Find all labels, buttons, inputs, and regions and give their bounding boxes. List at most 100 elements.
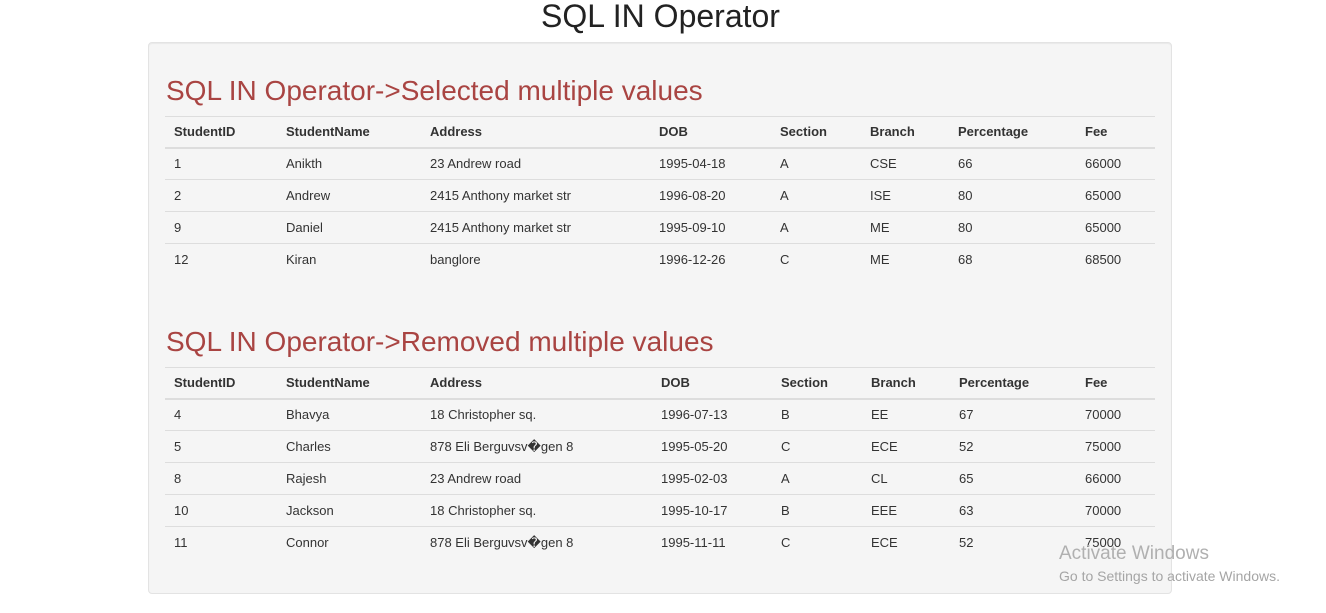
- column-header-section: Section: [771, 116, 861, 149]
- cell-address: 23 Andrew road: [421, 462, 652, 495]
- cell-fee: 66000: [1076, 462, 1155, 495]
- cell-studentid: 10: [165, 494, 277, 527]
- cell-dob: 1996-08-20: [650, 179, 771, 212]
- cell-branch: ISE: [861, 179, 949, 212]
- column-header-percentage: Percentage: [950, 367, 1076, 400]
- cell-studentname: Connor: [277, 526, 421, 559]
- cell-dob: 1996-07-13: [652, 398, 772, 431]
- cell-fee: 70000: [1076, 494, 1155, 527]
- removed-values-table: StudentID StudentName Address DOB Sectio…: [165, 367, 1155, 559]
- column-header-dob: DOB: [652, 367, 772, 400]
- cell-dob: 1995-11-11: [652, 526, 772, 559]
- cell-studentid: 5: [165, 430, 277, 463]
- cell-address: 878 Eli Berguvsv�gen 8: [421, 526, 652, 559]
- cell-studentid: 1: [165, 147, 277, 180]
- cell-studentname: Kiran: [277, 243, 421, 276]
- cell-fee: 68500: [1076, 243, 1155, 276]
- cell-percentage: 67: [950, 398, 1076, 431]
- table-row: 5 Charles 878 Eli Berguvsv�gen 8 1995-05…: [165, 430, 1155, 463]
- results-panel: SQL IN Operator->Selected multiple value…: [148, 42, 1172, 594]
- table-row: 9 Daniel 2415 Anthony market str 1995-09…: [165, 211, 1155, 244]
- cell-section: B: [772, 398, 862, 431]
- cell-address: 878 Eli Berguvsv�gen 8: [421, 430, 652, 463]
- cell-fee: 66000: [1076, 147, 1155, 180]
- cell-address: 2415 Anthony market str: [421, 179, 650, 212]
- table-row: 8 Rajesh 23 Andrew road 1995-02-03 A CL …: [165, 462, 1155, 495]
- table-row: 12 Kiran banglore 1996-12-26 C ME 68 685…: [165, 243, 1155, 276]
- cell-branch: CSE: [861, 147, 949, 180]
- cell-percentage: 52: [950, 526, 1076, 559]
- cell-dob: 1996-12-26: [650, 243, 771, 276]
- cell-studentname: Rajesh: [277, 462, 421, 495]
- cell-section: C: [772, 526, 862, 559]
- cell-fee: 65000: [1076, 179, 1155, 212]
- cell-studentname: Charles: [277, 430, 421, 463]
- table-row: 2 Andrew 2415 Anthony market str 1996-08…: [165, 179, 1155, 212]
- cell-percentage: 68: [949, 243, 1076, 276]
- selected-values-table: StudentID StudentName Address DOB Sectio…: [165, 116, 1155, 276]
- cell-section: C: [772, 430, 862, 463]
- cell-studentname: Daniel: [277, 211, 421, 244]
- cell-studentid: 8: [165, 462, 277, 495]
- column-header-fee: Fee: [1076, 116, 1155, 149]
- cell-section: C: [771, 243, 861, 276]
- column-header-dob: DOB: [650, 116, 771, 149]
- cell-section: A: [771, 211, 861, 244]
- cell-studentid: 11: [165, 526, 277, 559]
- cell-percentage: 52: [950, 430, 1076, 463]
- table-row: 11 Connor 878 Eli Berguvsv�gen 8 1995-11…: [165, 526, 1155, 559]
- cell-branch: ME: [861, 211, 949, 244]
- cell-studentname: Jackson: [277, 494, 421, 527]
- cell-fee: 70000: [1076, 398, 1155, 431]
- selected-values-heading: SQL IN Operator->Selected multiple value…: [166, 75, 703, 106]
- column-header-fee: Fee: [1076, 367, 1155, 400]
- cell-percentage: 65: [950, 462, 1076, 495]
- cell-dob: 1995-10-17: [652, 494, 772, 527]
- cell-studentid: 2: [165, 179, 277, 212]
- cell-dob: 1995-09-10: [650, 211, 771, 244]
- table-header-row: StudentID StudentName Address DOB Sectio…: [165, 367, 1155, 400]
- table-row: 4 Bhavya 18 Christopher sq. 1996-07-13 B…: [165, 398, 1155, 431]
- cell-percentage: 80: [949, 211, 1076, 244]
- cell-percentage: 80: [949, 179, 1076, 212]
- table-row: 10 Jackson 18 Christopher sq. 1995-10-17…: [165, 494, 1155, 527]
- cell-studentname: Andrew: [277, 179, 421, 212]
- page-title: SQL IN Operator: [541, 0, 780, 34]
- cell-percentage: 63: [950, 494, 1076, 527]
- table-header-row: StudentID StudentName Address DOB Sectio…: [165, 116, 1155, 149]
- cell-percentage: 66: [949, 147, 1076, 180]
- column-header-percentage: Percentage: [949, 116, 1076, 149]
- table-row: 1 Anikth 23 Andrew road 1995-04-18 A CSE…: [165, 147, 1155, 180]
- cell-dob: 1995-05-20: [652, 430, 772, 463]
- cell-studentid: 12: [165, 243, 277, 276]
- cell-address: 2415 Anthony market str: [421, 211, 650, 244]
- cell-address: 18 Christopher sq.: [421, 494, 652, 527]
- cell-section: B: [772, 494, 862, 527]
- column-header-address: Address: [421, 367, 652, 400]
- cell-dob: 1995-02-03: [652, 462, 772, 495]
- column-header-studentname: StudentName: [277, 116, 421, 149]
- cell-studentname: Bhavya: [277, 398, 421, 431]
- cell-studentname: Anikth: [277, 147, 421, 180]
- cell-address: 23 Andrew road: [421, 147, 650, 180]
- column-header-studentid: StudentID: [165, 116, 277, 149]
- cell-fee: 65000: [1076, 211, 1155, 244]
- column-header-address: Address: [421, 116, 650, 149]
- removed-values-heading: SQL IN Operator->Removed multiple values: [166, 326, 714, 357]
- cell-branch: ECE: [862, 430, 950, 463]
- cell-branch: EEE: [862, 494, 950, 527]
- cell-branch: CL: [862, 462, 950, 495]
- cell-branch: ME: [861, 243, 949, 276]
- cell-branch: ECE: [862, 526, 950, 559]
- cell-branch: EE: [862, 398, 950, 431]
- column-header-branch: Branch: [861, 116, 949, 149]
- cell-address: banglore: [421, 243, 650, 276]
- cell-section: A: [771, 147, 861, 180]
- column-header-studentname: StudentName: [277, 367, 421, 400]
- column-header-section: Section: [772, 367, 862, 400]
- cell-studentid: 9: [165, 211, 277, 244]
- cell-dob: 1995-04-18: [650, 147, 771, 180]
- cell-studentid: 4: [165, 398, 277, 431]
- cell-section: A: [772, 462, 862, 495]
- cell-fee: 75000: [1076, 526, 1155, 559]
